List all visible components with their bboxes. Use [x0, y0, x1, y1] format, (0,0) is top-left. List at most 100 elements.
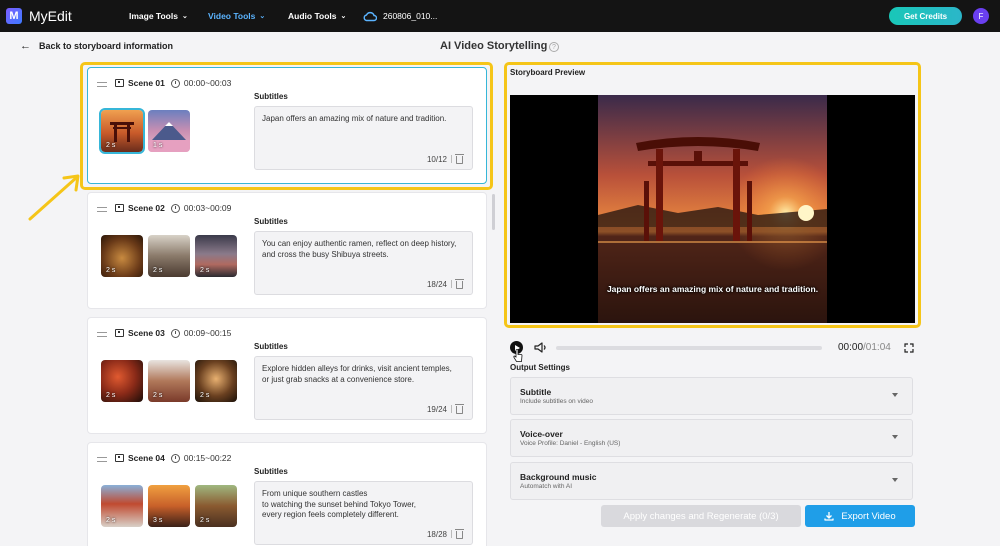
- scene-thumbnail[interactable]: 2 s: [101, 235, 143, 277]
- back-label: Back to storyboard information: [39, 41, 174, 51]
- nav-video-tools-label: Video Tools: [208, 11, 256, 21]
- film-icon: [115, 454, 124, 462]
- thumb-duration: 2 s: [106, 517, 116, 524]
- thumb-duration: 2 s: [200, 517, 210, 524]
- scene-thumbnail[interactable]: 3 s: [148, 485, 190, 527]
- subtitles-label: Subtitles: [254, 342, 288, 351]
- clock-icon: [170, 328, 180, 338]
- subtitle-char-count: 19/24: [426, 405, 447, 414]
- nav-audio-tools-label: Audio Tools: [288, 11, 337, 21]
- nav-video-tools[interactable]: Video Tools ⌄: [208, 0, 265, 32]
- background-music-setting-dropdown[interactable]: Background music Automatch with AI: [510, 462, 913, 500]
- export-video-button[interactable]: Export Video: [805, 505, 915, 527]
- drag-handle-icon[interactable]: [97, 207, 107, 212]
- apply-regenerate-button[interactable]: Apply changes and Regenerate (0/3): [601, 505, 801, 527]
- nav-image-tools-label: Image Tools: [129, 11, 178, 21]
- scene-thumbnail[interactable]: 2 s: [195, 235, 237, 277]
- scene-card[interactable]: Scene 03 00:09~00:15 2 s 2 s 2 s Subtitl…: [87, 317, 487, 434]
- scene-thumbnail[interactable]: 2 s: [148, 235, 190, 277]
- subtitle-textarea[interactable]: From unique southern castles to watching…: [254, 481, 473, 545]
- scene-thumbnails: 2 s 3 s 2 s: [101, 485, 237, 527]
- subtitles-label: Subtitles: [254, 467, 288, 476]
- scene-name: Scene 03: [128, 328, 165, 338]
- scene-name: Scene 02: [128, 203, 165, 213]
- scene-header: Scene 03 00:09~00:15: [115, 328, 231, 338]
- project-filename[interactable]: 260806_010...: [383, 0, 437, 32]
- export-video-label: Export Video: [841, 510, 896, 522]
- app-logo[interactable]: M MyEdit: [6, 8, 72, 24]
- option-title: Voice-over: [520, 429, 563, 439]
- get-credits-button[interactable]: Get Credits: [889, 7, 962, 25]
- highlight-frame-preview: [504, 62, 921, 328]
- thumb-duration: 2 s: [200, 267, 210, 274]
- download-icon: [824, 512, 835, 521]
- playback-time: 00:00/01:04: [838, 342, 891, 353]
- trash-icon[interactable]: [455, 404, 464, 414]
- scene-list-scrollbar[interactable]: [492, 194, 495, 230]
- trash-icon[interactable]: [455, 279, 464, 289]
- scene-thumbnail[interactable]: 2 s: [101, 485, 143, 527]
- scene-thumbnail[interactable]: 2 s: [101, 360, 143, 402]
- drag-handle-icon[interactable]: [97, 332, 107, 337]
- highlight-frame-scene: [80, 62, 493, 190]
- subtitle-textarea[interactable]: You can enjoy authentic ramen, reflect o…: [254, 231, 473, 295]
- subtitle-textarea[interactable]: Explore hidden alleys for drinks, visit …: [254, 356, 473, 420]
- scene-header: Scene 04 00:15~00:22: [115, 453, 231, 463]
- scene-thumbnail[interactable]: 2 s: [195, 485, 237, 527]
- chevron-down-icon: ⌄: [340, 13, 347, 20]
- annotation-arrow-icon: [28, 174, 80, 221]
- option-title: Background music: [520, 472, 597, 482]
- scene-time: 00:09~00:15: [183, 328, 232, 338]
- user-avatar[interactable]: F: [973, 8, 989, 24]
- drag-handle-icon[interactable]: [97, 457, 107, 462]
- subtitles-label: Subtitles: [254, 217, 288, 226]
- subtitle-char-count: 18/24: [426, 280, 447, 289]
- divider: [451, 405, 452, 413]
- divider: [451, 530, 452, 538]
- scene-thumbnail[interactable]: 2 s: [195, 360, 237, 402]
- chevron-down-icon: [892, 478, 898, 482]
- scene-name: Scene 04: [128, 453, 165, 463]
- option-title: Subtitle: [520, 387, 552, 397]
- volume-icon[interactable]: [534, 342, 548, 353]
- subtitle-text: Explore hidden alleys for drinks, visit …: [262, 364, 452, 384]
- chevron-down-icon: [892, 393, 898, 397]
- trash-icon[interactable]: [455, 529, 464, 539]
- scene-thumbnails: 2 s 2 s 2 s: [101, 360, 237, 402]
- scene-card[interactable]: Scene 02 00:03~00:09 2 s 2 s 2 s Subtitl…: [87, 192, 487, 309]
- scene-thumbnails: 2 s 2 s 2 s: [101, 235, 237, 277]
- thumb-duration: 2 s: [200, 392, 210, 399]
- scene-header: Scene 02 00:03~00:09: [115, 203, 231, 213]
- cloud-icon: [363, 11, 377, 22]
- thumb-duration: 3 s: [153, 517, 163, 524]
- chevron-down-icon: ⌄: [259, 13, 266, 20]
- arrow-left-icon: ←: [20, 40, 31, 52]
- subtitle-text: You can enjoy authentic ramen, reflect o…: [262, 239, 457, 259]
- scene-thumbnail[interactable]: 2 s: [148, 360, 190, 402]
- total-time: /01:04: [863, 342, 891, 353]
- chevron-down-icon: ⌄: [181, 13, 188, 20]
- scene-time: 00:03~00:09: [183, 203, 232, 213]
- scene-time: 00:15~00:22: [183, 453, 232, 463]
- playback-progress-bar[interactable]: [556, 346, 822, 350]
- film-icon: [115, 329, 124, 337]
- fullscreen-icon[interactable]: [904, 343, 914, 353]
- option-subtitle: Automatch with AI: [520, 483, 573, 490]
- output-settings-label: Output Settings: [510, 363, 570, 372]
- option-subtitle: Voice Profile: Daniel - English (US): [520, 440, 621, 447]
- help-icon[interactable]: ?: [549, 42, 559, 52]
- voice-over-setting-dropdown[interactable]: Voice-over Voice Profile: Daniel - Engli…: [510, 419, 913, 457]
- clock-icon: [170, 453, 180, 463]
- film-icon: [115, 204, 124, 212]
- clock-icon: [170, 203, 180, 213]
- subtitle-setting-dropdown[interactable]: Subtitle Include subtitles on video: [510, 377, 913, 415]
- nav-audio-tools[interactable]: Audio Tools ⌄: [288, 0, 346, 32]
- page-title: AI Video Storytelling: [440, 40, 548, 52]
- chevron-down-icon: [892, 435, 898, 439]
- nav-image-tools[interactable]: Image Tools ⌄: [129, 0, 188, 32]
- subtitle-char-count: 18/28: [426, 530, 447, 539]
- thumb-duration: 2 s: [153, 267, 163, 274]
- scene-card[interactable]: Scene 04 00:15~00:22 2 s 3 s 2 s Subtitl…: [87, 442, 487, 546]
- back-to-storyboard-link[interactable]: ← Back to storyboard information: [20, 40, 173, 52]
- app-name: MyEdit: [29, 8, 72, 24]
